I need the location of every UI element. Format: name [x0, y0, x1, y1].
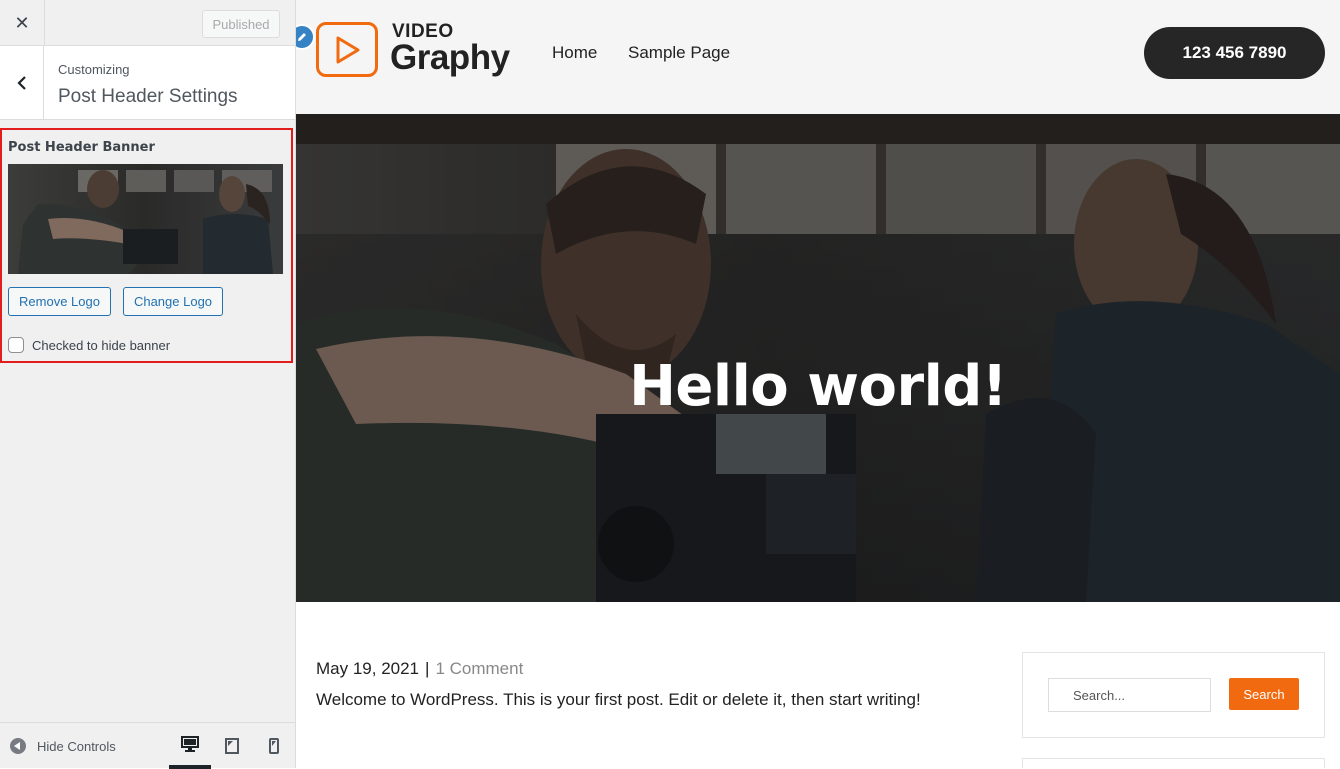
- pencil-icon: [298, 33, 306, 41]
- change-logo-button[interactable]: Change Logo: [123, 287, 223, 316]
- play-icon: [336, 36, 360, 63]
- logo-text-bottom[interactable]: Graphy: [390, 38, 510, 78]
- remove-logo-button[interactable]: Remove Logo: [8, 287, 111, 316]
- device-tablet-button[interactable]: [211, 723, 253, 769]
- tablet-icon: [225, 738, 239, 754]
- search-button[interactable]: Search: [1229, 678, 1299, 710]
- hide-controls-button[interactable]: Hide Controls: [10, 723, 116, 769]
- search-widget: Search... Search: [1022, 652, 1325, 738]
- chevron-left-icon: [16, 76, 26, 90]
- hide-banner-label[interactable]: Checked to hide banner: [32, 338, 170, 353]
- banner-thumbnail-image: [8, 164, 283, 274]
- customizer-sidebar: ✕ Published Customizing Post Header Sett…: [0, 0, 296, 769]
- nav-sample-page-link[interactable]: Sample Page: [628, 43, 730, 63]
- hide-banner-checkbox[interactable]: [8, 337, 24, 353]
- meta-separator: |: [425, 659, 430, 678]
- collapse-arrow-icon: [10, 738, 26, 754]
- device-desktop-button[interactable]: [169, 723, 211, 769]
- phone-button[interactable]: 123 456 7890: [1144, 27, 1325, 79]
- hero-title: Hello world!: [629, 354, 1007, 419]
- post-date: May 19, 2021: [316, 659, 420, 678]
- section-title: Post Header Settings: [58, 86, 238, 107]
- sidebar-widget: [1022, 758, 1325, 768]
- device-mobile-button[interactable]: [253, 723, 295, 769]
- back-button[interactable]: [0, 46, 44, 120]
- site-preview: VIDEO Graphy Home Sample Page 123 456 78…: [296, 0, 1340, 768]
- comment-count-link[interactable]: 1 Comment: [435, 659, 523, 678]
- logo-play-box[interactable]: [316, 22, 378, 77]
- banner-label: Post Header Banner: [8, 140, 155, 155]
- section-header: Customizing Post Header Settings: [0, 46, 295, 120]
- customizing-label: Customizing: [58, 62, 130, 77]
- close-button[interactable]: ✕: [0, 0, 45, 46]
- hero-banner: Hello world!: [296, 114, 1340, 602]
- nav-home-link[interactable]: Home: [552, 43, 597, 63]
- hide-controls-label: Hide Controls: [37, 738, 116, 754]
- search-input[interactable]: Search...: [1048, 678, 1211, 712]
- banner-thumbnail[interactable]: [8, 164, 283, 274]
- customizer-top-bar: ✕ Published: [0, 0, 295, 46]
- post-excerpt: Welcome to WordPress. This is your first…: [316, 690, 921, 709]
- mobile-icon: [269, 738, 279, 754]
- published-button[interactable]: Published: [202, 10, 280, 38]
- close-icon: ✕: [14, 12, 30, 34]
- post-meta: May 19, 2021 | 1 Comment: [316, 659, 523, 679]
- site-header: VIDEO Graphy Home Sample Page 123 456 78…: [296, 0, 1340, 114]
- desktop-icon: [181, 736, 199, 752]
- edit-shortcut-button[interactable]: [296, 24, 315, 50]
- customizer-footer: Hide Controls: [0, 722, 295, 769]
